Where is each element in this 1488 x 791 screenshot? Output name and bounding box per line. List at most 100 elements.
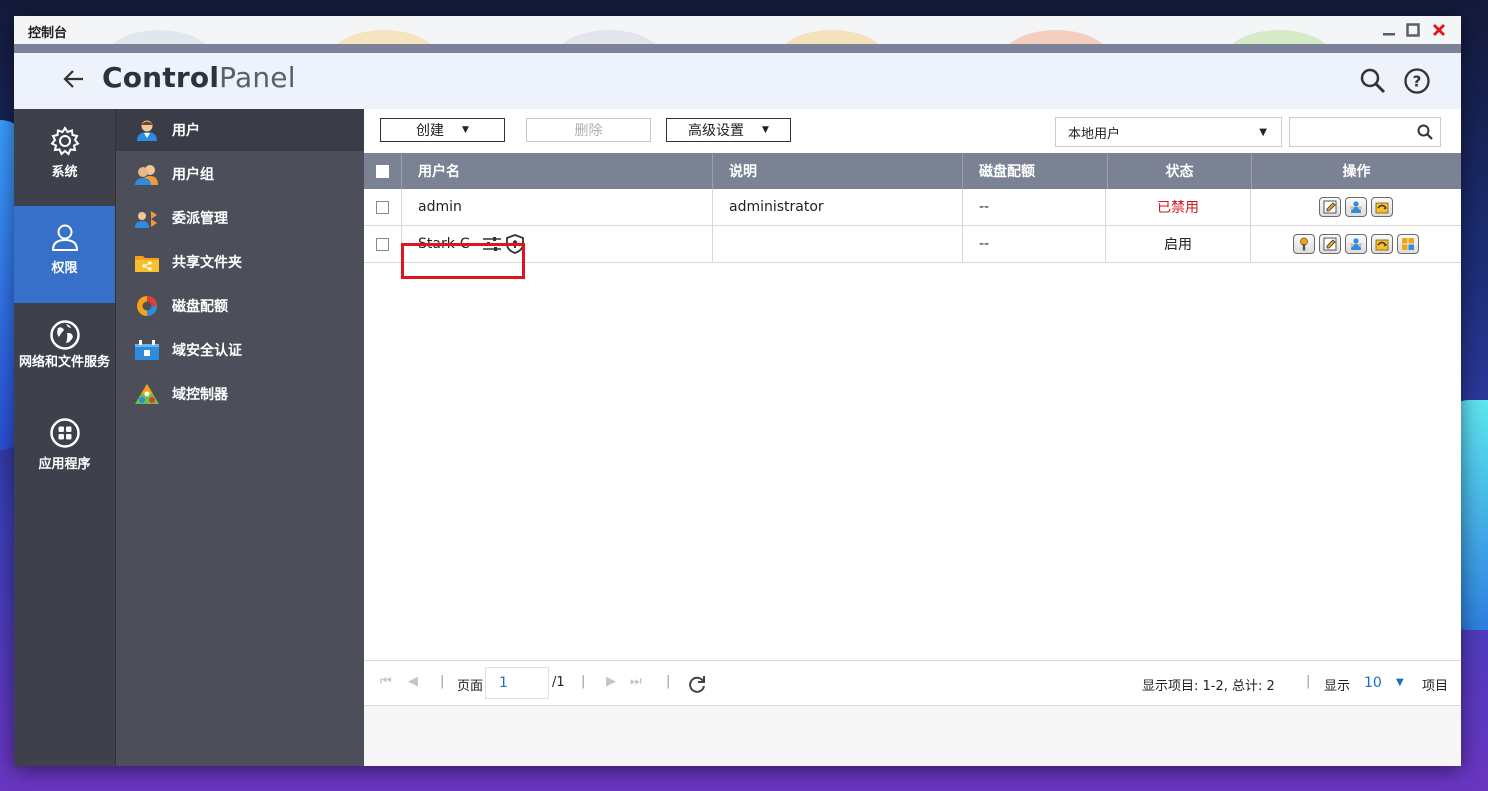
settings-sliders-icon[interactable] [482, 236, 502, 252]
close-button[interactable] [1429, 19, 1449, 41]
cell-actions [1251, 226, 1461, 262]
minimize-icon [1383, 33, 1395, 36]
column-header-description[interactable]: 说明 [713, 153, 963, 189]
user-search-input[interactable] [1296, 118, 1418, 146]
user-outline-icon [51, 224, 78, 251]
select-all-checkbox[interactable] [376, 164, 389, 178]
column-header-disk-quota[interactable]: 磁盘配额 [963, 153, 1108, 189]
cell-disk-quota: -- [963, 189, 1106, 225]
column-header-actions: 操作 [1342, 164, 1371, 180]
search-icon [1360, 68, 1386, 94]
window-title: 控制台 [28, 26, 68, 41]
edit-permission-button[interactable] [1371, 197, 1393, 217]
app-brand: ControlPanel [102, 61, 296, 94]
edit-permission-button[interactable] [1371, 234, 1393, 254]
total-pages: /1 [552, 675, 565, 690]
pagination-bar: ⏮ ◀ | 页面 1 /1 | ▶ ⏭ | 显示项目: 1-2, 总计: 2 |… [364, 660, 1461, 706]
secondary-sidebar: 用户 用户组 委派管理 共享文件夹 磁盘配额 域安全认证 域控制器 [115, 109, 365, 766]
details-panel [364, 706, 1461, 766]
subnav-item-users[interactable]: 用户 [116, 109, 365, 151]
shared-folder-icon [134, 251, 160, 273]
user-search-box [1289, 117, 1441, 147]
app-permission-icon [1402, 238, 1414, 250]
maximize-icon [1406, 23, 1420, 37]
minimize-button[interactable] [1379, 19, 1399, 41]
user-type-select[interactable]: 本地用户 ▼ [1055, 117, 1282, 147]
cell-status: 启用 [1106, 226, 1251, 262]
password-key-icon [1300, 237, 1308, 251]
table-header: 用户名 说明 磁盘配额 状态 操作 [364, 153, 1461, 189]
search-icon[interactable] [1417, 124, 1433, 140]
next-page-icon[interactable]: ▶ [606, 674, 616, 689]
display-items-summary: 显示项目: 1-2, 总计: 2 [1142, 679, 1275, 694]
table-row[interactable]: Stark-C -- 启用 [364, 226, 1461, 263]
user-group-icon [134, 163, 160, 185]
edit-group-button[interactable] [1345, 234, 1367, 254]
primary-sidebar: 系统 权限 网络和文件服务 应用程序 [14, 109, 115, 766]
sidebar-item-network-file-services[interactable]: 网络和文件服务 [14, 319, 115, 405]
create-button[interactable]: 创建 ▼ [380, 118, 505, 142]
sidebar-item-applications[interactable]: 应用程序 [14, 417, 115, 477]
gear-icon [49, 126, 80, 156]
edit-profile-button[interactable] [1319, 234, 1341, 254]
apps-grid-icon [49, 418, 80, 448]
caret-down-icon[interactable]: ▼ [1396, 677, 1404, 688]
svg-text:?: ? [1413, 73, 1422, 91]
back-button[interactable] [62, 67, 86, 91]
control-panel-window: 控制台 ControlPanel ? 系统 权限 网络和文件服务 应用程序 用户… [14, 16, 1461, 766]
subnav-item-domain-security[interactable]: 域安全认证 [116, 329, 365, 371]
edit-profile-button[interactable] [1319, 197, 1341, 217]
last-page-icon[interactable]: ⏭ [630, 674, 642, 689]
shield-lock-icon[interactable] [505, 234, 524, 254]
caret-down-icon: ▼ [762, 125, 769, 135]
cell-description [713, 226, 963, 262]
subnav-item-user-groups[interactable]: 用户组 [116, 153, 365, 195]
delete-button[interactable]: 删除 [526, 118, 651, 142]
maximize-button[interactable] [1403, 19, 1423, 41]
first-page-icon[interactable]: ⏮ [380, 674, 392, 689]
app-header: ControlPanel ? [14, 53, 1461, 109]
refresh-icon[interactable] [688, 675, 706, 693]
cell-disk-quota: -- [963, 226, 1106, 262]
sidebar-item-system[interactable]: 系统 [14, 109, 115, 206]
edit-profile-icon [1323, 237, 1337, 251]
items-label: 项目 [1422, 679, 1449, 694]
sidebar-item-privilege[interactable]: 权限 [14, 206, 115, 303]
subnav-item-shared-folders[interactable]: 共享文件夹 [116, 241, 365, 283]
change-password-button[interactable] [1293, 234, 1315, 254]
column-header-status[interactable]: 状态 [1108, 153, 1252, 189]
advanced-settings-button[interactable]: 高级设置 ▼ [666, 118, 791, 142]
edit-group-icon [1350, 201, 1362, 213]
show-label: 显示 [1324, 679, 1351, 694]
edit-permission-icon [1375, 239, 1389, 251]
table-row[interactable]: admin administrator -- 已禁用 [364, 189, 1461, 226]
help-icon: ? [1404, 68, 1430, 94]
close-icon [1433, 24, 1445, 36]
items-per-page-select[interactable]: 10 [1364, 675, 1382, 691]
column-header-username[interactable]: 用户名 [402, 153, 713, 189]
globe-icon [49, 320, 80, 350]
arrow-left-icon [63, 70, 83, 88]
cell-username: Stark-C [402, 226, 713, 262]
header-search-button[interactable] [1359, 67, 1387, 95]
page-number-input[interactable]: 1 [485, 667, 549, 699]
app-permission-button[interactable] [1397, 234, 1419, 254]
caret-down-icon: ▼ [1259, 127, 1267, 138]
edit-group-button[interactable] [1345, 197, 1367, 217]
caret-down-icon: ▼ [462, 125, 469, 135]
subnav-item-domain-controller[interactable]: 域控制器 [116, 373, 365, 415]
prev-page-icon[interactable]: ◀ [408, 674, 418, 689]
delegate-icon [134, 207, 160, 229]
row-checkbox[interactable] [376, 200, 389, 214]
cell-actions [1251, 189, 1461, 225]
edit-permission-icon [1375, 202, 1389, 214]
cell-username: admin [402, 189, 713, 225]
subnav-item-delegation[interactable]: 委派管理 [116, 197, 365, 239]
user-icon [134, 119, 160, 141]
row-checkbox[interactable] [376, 237, 389, 251]
titlebar-divider [14, 44, 1461, 53]
subnav-item-disk-quota[interactable]: 磁盘配额 [116, 285, 365, 327]
edit-group-icon [1350, 238, 1362, 250]
help-button[interactable]: ? [1403, 67, 1431, 95]
window-titlebar[interactable]: 控制台 [14, 16, 1461, 44]
